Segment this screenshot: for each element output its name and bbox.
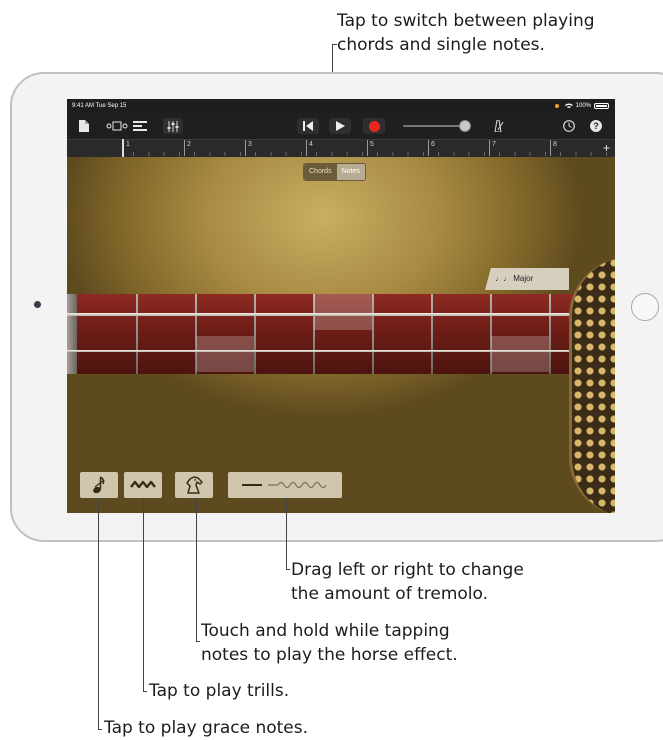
horse-effect-button[interactable] bbox=[175, 472, 213, 498]
callout-tremolo-line2: the amount of tremolo. bbox=[291, 584, 489, 604]
mic-indicator-icon bbox=[554, 104, 559, 108]
wifi-icon bbox=[564, 103, 573, 108]
string-1[interactable] bbox=[67, 313, 615, 316]
grace-note-icon bbox=[93, 476, 105, 494]
callout-horse: Touch and hold while tapping notes to pl… bbox=[201, 619, 458, 667]
settings-icon bbox=[563, 120, 575, 132]
chords-tab[interactable]: Chords bbox=[304, 164, 337, 180]
settings-button[interactable] bbox=[561, 118, 577, 134]
grace-note-button[interactable] bbox=[80, 472, 118, 498]
scale-button[interactable]: ♩♩ Major Pentatonic bbox=[485, 268, 569, 290]
callout-horse-line1: Touch and hold while tapping bbox=[201, 621, 450, 641]
front-camera bbox=[34, 301, 41, 308]
metronome-icon bbox=[494, 120, 504, 132]
callout-chords-notes-line2: chords and single notes. bbox=[337, 35, 545, 55]
horse-head-icon bbox=[186, 476, 203, 494]
battery-icon bbox=[594, 103, 609, 109]
leader-chords-notes-tick bbox=[332, 44, 337, 45]
master-volume-slider[interactable] bbox=[459, 120, 471, 132]
home-button[interactable] bbox=[631, 293, 659, 321]
list-view-icon bbox=[133, 121, 147, 131]
fret bbox=[254, 294, 256, 374]
notes-tab[interactable]: Notes bbox=[336, 164, 365, 180]
fret bbox=[372, 294, 374, 374]
trill-icon bbox=[130, 480, 156, 489]
trill-button[interactable] bbox=[124, 472, 162, 498]
play-icon bbox=[335, 121, 345, 131]
document-icon bbox=[79, 120, 89, 132]
callout-chords-notes: Tap to switch between playing chords and… bbox=[337, 9, 595, 57]
fret bbox=[431, 294, 433, 374]
status-right: 100% bbox=[554, 99, 609, 113]
tracks-view-button[interactable] bbox=[105, 118, 129, 134]
chords-notes-switch: Chords Notes bbox=[303, 163, 366, 181]
master-volume-track bbox=[403, 125, 467, 127]
playhead[interactable] bbox=[122, 139, 124, 157]
status-time: 9:41 AM Tue Sep 15 bbox=[72, 103, 127, 109]
help-button[interactable]: ? bbox=[589, 118, 603, 134]
my-songs-button[interactable] bbox=[77, 118, 91, 134]
tremolo-slider[interactable] bbox=[228, 472, 342, 498]
tremolo-wave-icon bbox=[242, 481, 327, 489]
leader-trills-tick bbox=[143, 691, 147, 692]
app-screen: 9:41 AM Tue Sep 15 100% ? + Chords Notes… bbox=[67, 99, 615, 513]
battery-percent: 100% bbox=[575, 103, 591, 109]
callout-trills: Tap to play trills. bbox=[149, 681, 290, 701]
status-bar: 9:41 AM Tue Sep 15 100% bbox=[67, 99, 615, 113]
mixer-icon bbox=[167, 120, 179, 132]
rewind-icon bbox=[303, 121, 313, 131]
nut bbox=[67, 294, 77, 374]
ruler-minor-ticks bbox=[67, 140, 615, 158]
mixer-button[interactable] bbox=[163, 118, 183, 134]
note-highlight bbox=[314, 294, 372, 330]
leader-tremolo-tick bbox=[286, 569, 290, 570]
leader-horse-tick bbox=[196, 641, 200, 642]
help-icon: ? bbox=[590, 120, 602, 132]
metronome-button[interactable] bbox=[489, 118, 507, 134]
leader-tremolo bbox=[286, 498, 287, 570]
list-view-button[interactable] bbox=[131, 118, 149, 134]
callout-horse-line2: notes to play the horse effect. bbox=[201, 645, 458, 665]
callout-tremolo-line1: Drag left or right to change bbox=[291, 560, 524, 580]
note-highlight bbox=[491, 336, 549, 372]
leader-grace-tick bbox=[98, 729, 102, 730]
leader-grace bbox=[98, 498, 99, 730]
instrument-stage: Chords Notes ♩♩ Major Pentatonic bbox=[67, 157, 615, 513]
record-button[interactable] bbox=[363, 118, 385, 134]
go-to-beginning-button[interactable] bbox=[297, 118, 319, 134]
play-button[interactable] bbox=[329, 118, 351, 134]
control-bar: ? bbox=[67, 113, 615, 139]
tracks-view-icon bbox=[106, 121, 128, 131]
string-2[interactable] bbox=[67, 350, 615, 352]
timeline-ruler[interactable]: 1 2 3 4 5 6 7 8 bbox=[67, 139, 615, 158]
callout-tremolo: Drag left or right to change the amount … bbox=[291, 558, 524, 606]
fret bbox=[549, 294, 551, 374]
string-neck[interactable] bbox=[67, 294, 615, 374]
scale-note-icon: ♩♩ bbox=[495, 274, 511, 283]
leader-horse bbox=[196, 498, 197, 642]
fret bbox=[136, 294, 138, 374]
record-icon bbox=[368, 120, 380, 132]
note-highlight bbox=[196, 336, 254, 372]
add-section-button[interactable]: + bbox=[603, 140, 610, 156]
instrument-body-ornament bbox=[569, 257, 615, 513]
callout-grace: Tap to play grace notes. bbox=[104, 718, 309, 738]
leader-trills bbox=[143, 498, 144, 692]
callout-chords-notes-line1: Tap to switch between playing bbox=[337, 11, 595, 31]
